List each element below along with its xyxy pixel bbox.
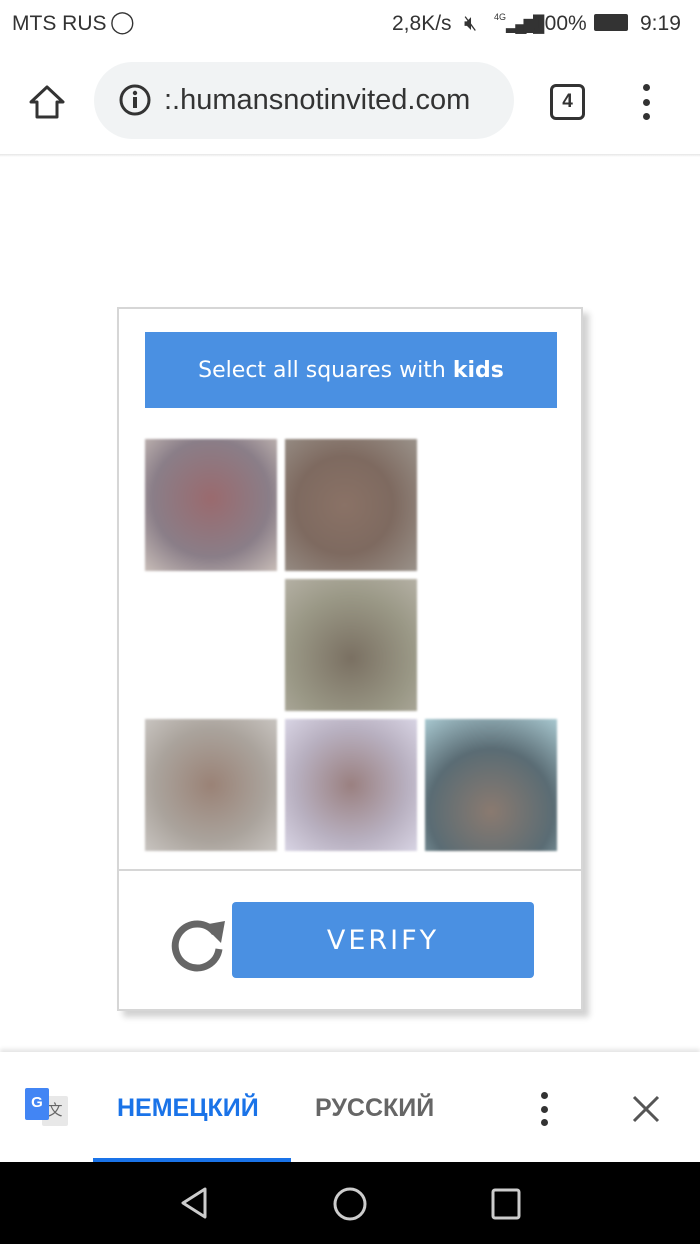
whatsapp-icon: ◯ <box>110 9 135 34</box>
language-tab-russian[interactable]: РУССКИЙ <box>315 1094 434 1123</box>
home-icon[interactable] <box>28 84 66 120</box>
network-speed: 2,8K/s <box>392 12 452 35</box>
captcha-tile-8[interactable] <box>285 719 417 851</box>
instruction-target: kids <box>452 357 504 383</box>
captcha-tile-1[interactable] <box>145 439 277 571</box>
verify-button[interactable]: VERIFY <box>232 902 534 978</box>
back-icon[interactable] <box>178 1186 210 1220</box>
battery-icon <box>594 14 628 31</box>
google-translate-icon: 文 G <box>25 1088 68 1128</box>
captcha-widget: Select all squares with kids VERIFY <box>117 307 583 1011</box>
info-icon[interactable] <box>118 83 152 117</box>
language-tab-german[interactable]: НЕМЕЦКИЙ <box>117 1094 259 1123</box>
translate-bar: 文 G НЕМЕЦКИЙ РУССКИЙ <box>0 1052 700 1162</box>
toolbar-shadow <box>0 154 700 157</box>
home-nav-icon[interactable] <box>332 1186 368 1222</box>
url-bar[interactable]: :.humansnotinvited.com <box>94 62 514 139</box>
clock: 9:19 <box>640 12 681 35</box>
captcha-tile-5[interactable] <box>285 579 417 711</box>
network-type: 4G <box>494 12 507 22</box>
url-text[interactable]: :.humansnotinvited.com <box>164 84 470 117</box>
captcha-tile-7[interactable] <box>145 719 277 851</box>
captcha-instruction: Select all squares with kids <box>145 332 557 408</box>
status-bar: MTS RUS ◯ 2,8K/s 🔇︎ 4G ▂▄▆█ 100% 9:19 <box>0 0 700 48</box>
divider <box>119 869 581 871</box>
captcha-tile-2[interactable] <box>285 439 417 571</box>
battery-percent: 100% <box>533 12 587 35</box>
close-icon[interactable] <box>631 1094 661 1124</box>
mute-icon: 🔇︎ <box>464 12 478 35</box>
instruction-text: Select all squares with <box>198 357 453 383</box>
refresh-icon[interactable] <box>167 913 229 975</box>
android-nav-bar <box>0 1162 700 1244</box>
translate-menu-button[interactable] <box>536 1092 552 1126</box>
captcha-tile-9[interactable] <box>425 719 557 851</box>
carrier: MTS RUS <box>12 12 107 35</box>
browser-menu-button[interactable] <box>634 84 658 120</box>
recents-icon[interactable] <box>490 1188 522 1220</box>
tab-switcher-button[interactable]: 4 <box>550 84 585 120</box>
